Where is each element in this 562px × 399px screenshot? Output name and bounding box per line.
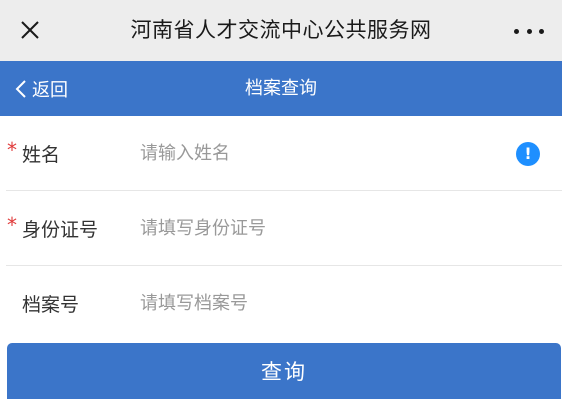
more-icon[interactable] (514, 22, 544, 40)
query-button[interactable]: 查询 (7, 343, 561, 399)
field-name-row: * 姓名 ! (0, 116, 562, 191)
query-form: * 姓名 ! * 身份证号 档案号 (0, 116, 562, 341)
back-label: 返回 (32, 79, 68, 101)
idcard-input[interactable] (140, 208, 500, 249)
more-dot (526, 28, 532, 34)
window-title: 河南省人才交流中心公共服务网 (130, 18, 432, 42)
more-dot (514, 28, 519, 34)
alert-icon[interactable]: ! (516, 141, 540, 166)
wechat-header: 河南省人才交流中心公共服务网 (0, 0, 562, 61)
page-title: 档案查询 (245, 78, 317, 99)
more-dot (539, 28, 544, 34)
required-mark: * (7, 213, 17, 237)
field-archive-row: 档案号 (0, 266, 562, 341)
name-input[interactable] (140, 133, 500, 174)
archive-number-input[interactable] (140, 283, 500, 324)
field-archive-label: 档案号 (22, 294, 80, 316)
field-name-label: 姓名 (22, 144, 61, 166)
back-button[interactable]: 返回 (14, 61, 68, 116)
page-navbar: 返回 档案查询 (0, 61, 562, 116)
chevron-left-icon (15, 79, 26, 98)
field-idcard-row: * 身份证号 (0, 191, 562, 266)
field-idcard-label: 身份证号 (22, 219, 99, 241)
required-mark: * (7, 138, 17, 162)
